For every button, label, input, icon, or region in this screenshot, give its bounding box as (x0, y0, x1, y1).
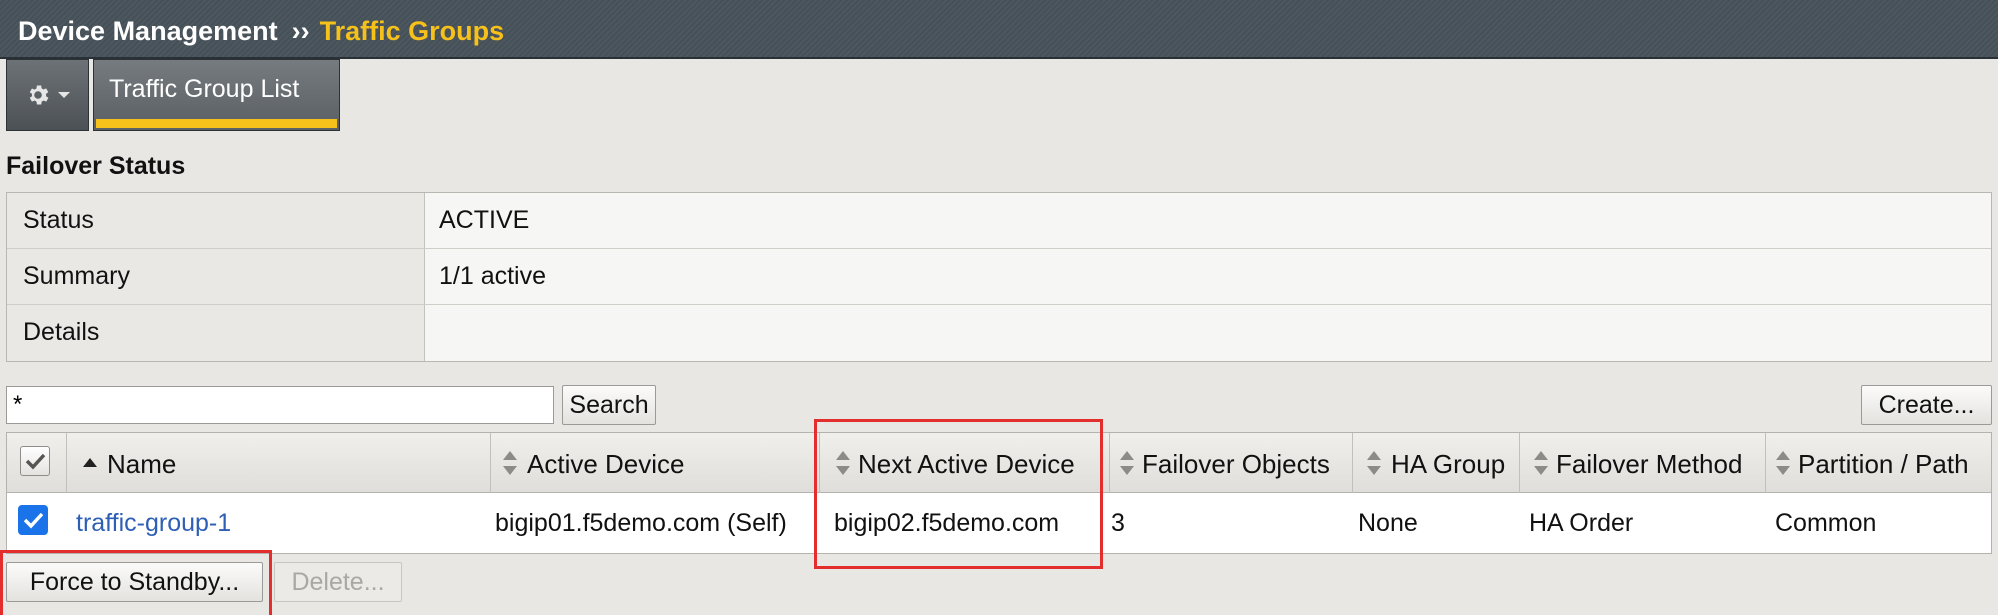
tab-label: Traffic Group List (109, 75, 300, 103)
column-header-partition-path[interactable]: Partition / Path (1766, 433, 1991, 493)
top-header-bar: Device Management ›› Traffic Groups (0, 0, 1998, 59)
sort-icon (503, 451, 517, 475)
summary-row: Summary 1/1 active (7, 249, 1991, 305)
gear-icon (29, 85, 48, 105)
column-header-next-active-device[interactable]: Next Active Device (820, 433, 1110, 493)
chevron-down-icon (57, 92, 70, 98)
ha-group-cell: None (1358, 509, 1418, 537)
column-header-failover-objects[interactable]: Failover Objects (1110, 433, 1353, 493)
sort-icon (1776, 451, 1790, 475)
column-header-label: HA Group (1391, 449, 1506, 479)
select-all-checkbox[interactable] (20, 446, 50, 476)
traffic-group-name-link[interactable]: traffic-group-1 (76, 509, 231, 538)
column-header-label: Failover Method (1556, 449, 1743, 479)
failover-status-table: Status ACTIVE Summary 1/1 active Details (6, 192, 1992, 362)
breadcrumb-current: Traffic Groups (319, 16, 505, 46)
traffic-groups-table: Name Active Device Next Active Device Fa… (6, 432, 1992, 554)
column-header-failover-method[interactable]: Failover Method (1520, 433, 1766, 493)
tab-traffic-group-list[interactable]: Traffic Group List (93, 59, 340, 131)
next-active-device-cell: bigip02.f5demo.com (834, 509, 1060, 537)
column-header-label: Next Active Device (858, 449, 1075, 479)
settings-menu-button[interactable] (6, 59, 89, 131)
search-input[interactable] (6, 386, 554, 424)
sort-icon (1120, 451, 1134, 475)
search-button[interactable]: Search (562, 385, 656, 425)
create-button[interactable]: Create... (1861, 385, 1992, 425)
force-to-standby-button[interactable]: Force to Standby... (6, 562, 263, 602)
breadcrumb-separator: ›› (291, 16, 310, 46)
checkmark-icon (23, 512, 44, 529)
tab-selected-indicator (96, 119, 337, 128)
table-header: Name Active Device Next Active Device Fa… (7, 433, 1991, 493)
status-row-value: ACTIVE (439, 206, 530, 234)
column-header-active-device[interactable]: Active Device (491, 433, 820, 493)
summary-row-value: 1/1 active (439, 262, 547, 290)
row-select-checkbox[interactable] (18, 505, 48, 535)
partition-path-cell: Common (1775, 509, 1877, 537)
select-all-header (7, 433, 67, 493)
sort-icon (1367, 451, 1381, 475)
column-header-label: Name (107, 449, 177, 479)
section-title: Failover Status (6, 152, 186, 180)
summary-row-label: Summary (23, 262, 130, 290)
column-header-name[interactable]: Name (67, 433, 491, 493)
column-header-ha-group[interactable]: HA Group (1353, 433, 1520, 493)
status-row: Status ACTIVE (7, 193, 1991, 249)
status-row-label: Status (23, 206, 94, 234)
active-device-cell: bigip01.f5demo.com (Self) (495, 509, 787, 537)
column-header-label: Partition / Path (1798, 449, 1969, 479)
breadcrumb: Device Management ›› Traffic Groups (18, 16, 504, 47)
column-header-label: Active Device (527, 449, 685, 479)
breadcrumb-section[interactable]: Device Management (18, 16, 278, 46)
sort-icon (1534, 451, 1548, 475)
details-row-label: Details (23, 318, 100, 346)
sort-ascending-icon (83, 451, 97, 475)
failover-objects-cell: 3 (1111, 509, 1125, 537)
delete-button[interactable]: Delete... (274, 562, 402, 602)
details-row: Details (7, 305, 1991, 361)
checkmark-icon (25, 453, 46, 470)
column-header-label: Failover Objects (1142, 449, 1330, 479)
failover-method-cell: HA Order (1529, 509, 1634, 537)
sort-icon (836, 451, 850, 475)
